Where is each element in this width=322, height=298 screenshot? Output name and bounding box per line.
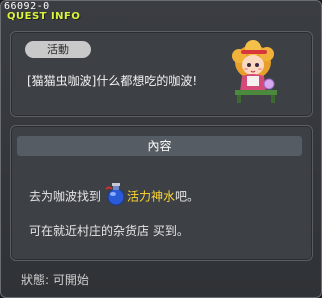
instruction-prefix: 去为咖波找到	[29, 189, 102, 204]
blue-potion-icon	[105, 183, 125, 206]
item-name: 活力神水	[127, 189, 176, 204]
instruction-suffix: 吧。	[175, 189, 200, 204]
quest-info-window: 66092-0 QUEST INFO 活動 [猫猫虫咖波]什么都想吃的咖波! 內…	[0, 0, 322, 298]
content-header: 內容	[17, 136, 302, 156]
quest-instruction: 去为咖波找到 活力神水吧。	[29, 183, 200, 210]
window-title: QUEST INFO	[7, 11, 81, 22]
npc-portrait-icon	[232, 40, 277, 103]
activity-description: [猫猫虫咖波]什么都想吃的咖波!	[27, 74, 198, 88]
quest-hint: 可在就近村庄的杂货店 买到。	[29, 224, 189, 238]
activity-badge: 活動	[25, 41, 91, 58]
status-value: 可開始	[52, 273, 89, 287]
status-label: 狀態:	[21, 273, 50, 287]
activity-panel: 活動 [猫猫虫咖波]什么都想吃的咖波!	[10, 31, 313, 117]
content-panel: 內容 去为咖波找到 活力神水吧。 可在就近村庄的杂货店 买到。	[10, 125, 313, 261]
quest-status: 狀態: 可開始	[21, 271, 89, 288]
